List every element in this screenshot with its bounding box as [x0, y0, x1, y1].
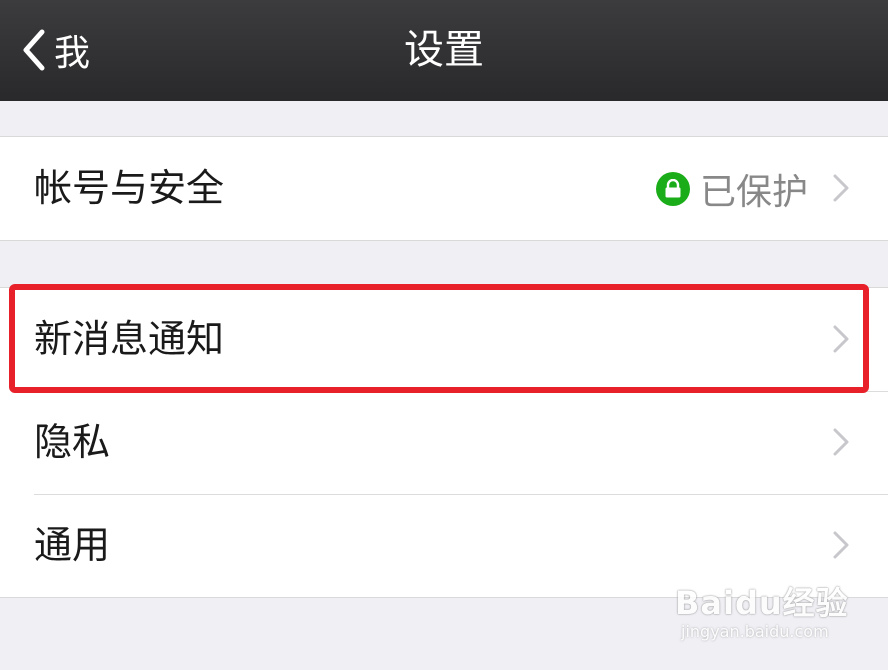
status-text: 已保护: [699, 171, 808, 213]
settings-item-account-security[interactable]: 帐号与安全 已保护: [0, 137, 888, 240]
navigation-bar: 我 设置: [0, 0, 888, 101]
settings-item-label: 通用: [34, 523, 111, 567]
chevron-right-icon: [833, 174, 849, 202]
settings-item-label: 新消息通知: [34, 317, 225, 361]
settings-item-label: 隐私: [34, 420, 111, 464]
account-group: 帐号与安全 已保护: [0, 136, 888, 241]
page-title: 设置: [404, 27, 484, 73]
chevron-right-icon: [833, 531, 849, 559]
watermark: Baidu经验 jingyan.baidu.com: [675, 578, 855, 650]
settings-item-privacy[interactable]: 隐私: [0, 391, 888, 494]
watermark-logo: Baidu经验: [675, 584, 849, 622]
chevron-right-icon: [833, 428, 849, 456]
watermark-url: jingyan.baidu.com: [681, 622, 829, 641]
settings-item-new-message-notifications[interactable]: 新消息通知: [0, 288, 888, 391]
settings-group: 新消息通知 隐私 通用: [0, 287, 888, 598]
settings-item-label: 帐号与安全: [34, 166, 225, 210]
protection-status: 已保护: [655, 137, 808, 240]
chevron-right-icon: [833, 325, 849, 353]
lock-icon: [655, 171, 690, 206]
